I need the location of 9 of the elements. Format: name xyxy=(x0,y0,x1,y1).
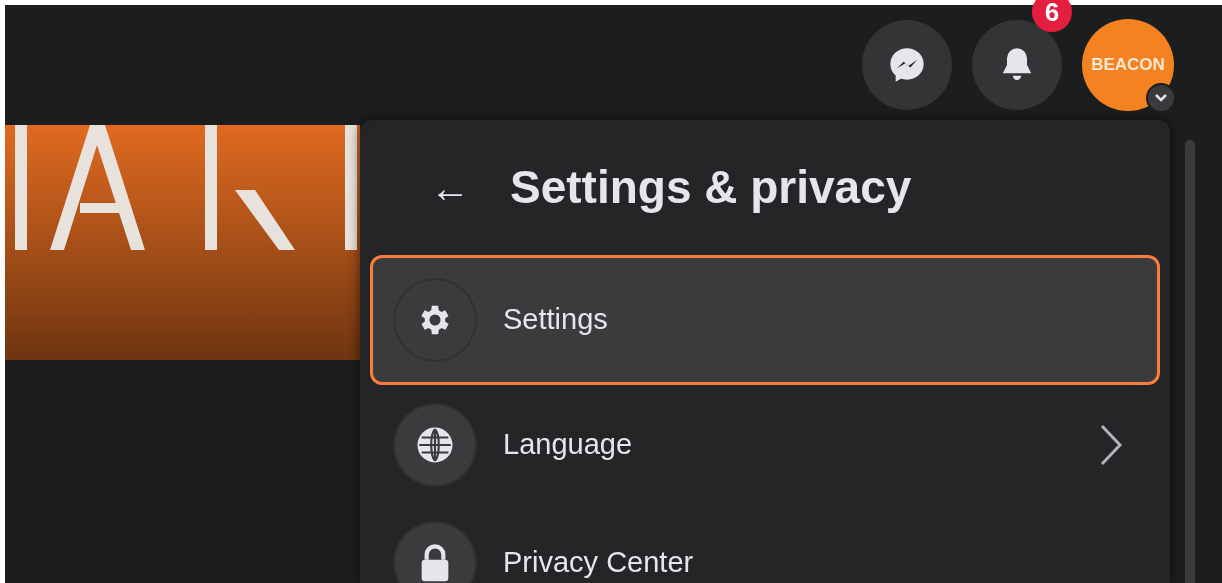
globe-icon xyxy=(415,425,455,465)
menu-item[interactable]: Settings xyxy=(370,255,1160,385)
notification-badge: 6 xyxy=(1032,0,1072,32)
menu-item[interactable]: Privacy Center xyxy=(370,505,1160,583)
menu-item[interactable]: Language xyxy=(370,387,1160,503)
chevron-right-icon xyxy=(1099,423,1123,467)
chevron-down-icon xyxy=(1154,93,1168,103)
menu-title: Settings & privacy xyxy=(510,160,912,215)
back-button[interactable]: ← xyxy=(430,167,470,208)
